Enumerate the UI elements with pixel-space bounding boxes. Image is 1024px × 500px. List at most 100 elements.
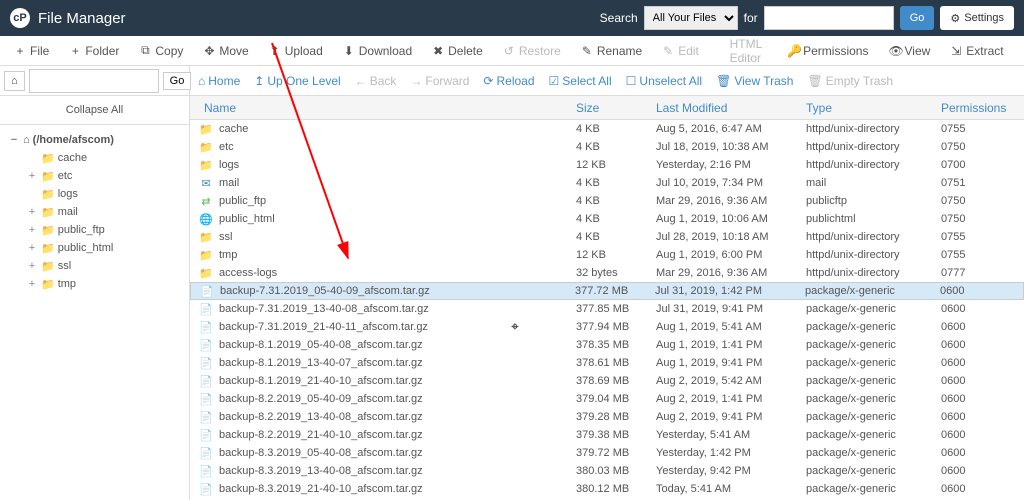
- tree-item-ssl[interactable]: +📁ssl: [8, 257, 189, 275]
- file-size: 377.94 MB: [576, 321, 656, 333]
- expand-icon[interactable]: −: [8, 134, 20, 146]
- file-row[interactable]: ✉mail4 KBJul 10, 2019, 7:34 PMmail0751: [190, 174, 1024, 192]
- path-go-button[interactable]: Go: [163, 72, 192, 90]
- toolbar-move-button[interactable]: ✥Move: [193, 36, 258, 66]
- file-row[interactable]: 📄backup-8.3.2019_21-40-10_afscom.tar.gz3…: [190, 480, 1024, 498]
- col-name[interactable]: Name: [198, 101, 576, 115]
- col-modified[interactable]: Last Modified: [656, 101, 806, 115]
- search-input[interactable]: [764, 6, 894, 30]
- file-icon: 📄: [198, 357, 214, 370]
- toolbar-copy-button[interactable]: ⧉Copy: [129, 36, 193, 66]
- col-size[interactable]: Size: [576, 101, 656, 115]
- file-row[interactable]: 📁access-logs32 bytesMar 29, 2016, 9:36 A…: [190, 264, 1024, 282]
- toolbar-permissions-button[interactable]: 🔑Permissions: [777, 36, 878, 66]
- file-icon: 📄: [198, 483, 214, 496]
- file-row[interactable]: 📁logs12 KBYesterday, 2:16 PMhttpd/unix-d…: [190, 156, 1024, 174]
- toolbar-view-button[interactable]: 👁View: [878, 36, 940, 66]
- file-modified: Jul 18, 2019, 10:38 AM: [656, 141, 806, 153]
- file-modified: Aug 2, 2019, 5:42 AM: [656, 375, 806, 387]
- file-row[interactable]: 📁ssl4 KBJul 28, 2019, 10:18 AMhttpd/unix…: [190, 228, 1024, 246]
- nav-home-button[interactable]: ⌂Home: [198, 74, 240, 88]
- file-name: backup-8.2.2019_21-40-10_afscom.tar.gz: [219, 429, 576, 441]
- search-label: Search: [600, 11, 638, 25]
- file-row[interactable]: 📁tmp12 KBAug 1, 2019, 6:00 PMhttpd/unix-…: [190, 246, 1024, 264]
- tree-item-tmp[interactable]: +📁tmp: [8, 275, 189, 293]
- file-row[interactable]: 📄backup-8.2.2019_05-40-09_afscom.tar.gz3…: [190, 390, 1024, 408]
- nav-view-trash-button[interactable]: 🗑View Trash: [716, 74, 793, 88]
- expand-icon[interactable]: +: [26, 224, 38, 236]
- file-modified: Yesterday, 2:16 PM: [656, 159, 806, 171]
- file-row[interactable]: 🌐public_html4 KBAug 1, 2019, 10:06 AMpub…: [190, 210, 1024, 228]
- file-row[interactable]: 📄backup-7.31.2019_05-40-09_afscom.tar.gz…: [190, 282, 1024, 300]
- tree-item-mail[interactable]: +📁mail: [8, 203, 189, 221]
- expand-icon[interactable]: +: [26, 260, 38, 272]
- tree-root[interactable]: −⌂(/home/afscom): [8, 131, 189, 149]
- file-icon: 📄: [198, 465, 214, 478]
- file-name: backup-8.3.2019_21-40-10_afscom.tar.gz: [219, 483, 576, 495]
- file-modified: Aug 2, 2019, 1:41 PM: [656, 393, 806, 405]
- file-permissions: 0755: [941, 231, 1016, 243]
- permissions-icon: 🔑: [787, 44, 799, 58]
- file-row[interactable]: 📄backup-7.31.2019_21-40-11_afscom.tar.gz…: [190, 318, 1024, 336]
- file-type: publichtml: [806, 213, 941, 225]
- toolbar-compress-button[interactable]: ⇲Compress: [1014, 36, 1024, 66]
- tree-item-etc[interactable]: +📁etc: [8, 167, 189, 185]
- toolbar-upload-button[interactable]: ⬆Upload: [259, 36, 333, 66]
- file-size: 32 bytes: [576, 267, 656, 279]
- file-row[interactable]: 📄backup-8.2.2019_13-40-08_afscom.tar.gz3…: [190, 408, 1024, 426]
- home-icon[interactable]: ⌂: [4, 71, 25, 91]
- tree-item-public_ftp[interactable]: +📁public_ftp: [8, 221, 189, 239]
- nav-up-one-level-button[interactable]: ↥Up One Level: [254, 74, 340, 88]
- file-row[interactable]: 📄backup-8.1.2019_21-40-10_afscom.tar.gz3…: [190, 372, 1024, 390]
- file-row[interactable]: 📄backup-8.2.2019_21-40-10_afscom.tar.gz3…: [190, 426, 1024, 444]
- nav-unselect-all-button[interactable]: ☐Unselect All: [626, 74, 702, 88]
- file-row[interactable]: 📄backup-7.31.2019_13-40-08_afscom.tar.gz…: [190, 300, 1024, 318]
- folder-icon: 📁: [198, 231, 214, 244]
- file-row[interactable]: 📄backup-8.1.2019_13-40-07_afscom.tar.gz3…: [190, 354, 1024, 372]
- nav-select-all-button[interactable]: ☑Select All: [549, 74, 612, 88]
- search-go-button[interactable]: Go: [900, 6, 935, 30]
- folder-icon: 📁: [198, 159, 214, 172]
- gear-icon: ⚙: [950, 12, 960, 25]
- toolbar-folder-button[interactable]: +Folder: [59, 36, 129, 66]
- tree-item-public_html[interactable]: +📁public_html: [8, 239, 189, 257]
- file-row[interactable]: 📄backup-8.1.2019_05-40-08_afscom.tar.gz3…: [190, 336, 1024, 354]
- toolbar-file-button[interactable]: +File: [4, 36, 59, 66]
- download-icon: ⬇: [343, 44, 355, 58]
- main-toolbar: +File+Folder⧉Copy✥Move⬆Upload⬇Download✖D…: [0, 36, 1024, 66]
- expand-icon[interactable]: +: [26, 242, 38, 254]
- back-icon: ←: [355, 74, 367, 88]
- collapse-all-button[interactable]: Collapse All: [0, 96, 189, 125]
- tree-item-logs[interactable]: 📁logs: [8, 185, 189, 203]
- nav-back-button: ←Back: [355, 74, 397, 88]
- search-scope-select[interactable]: All Your Files: [644, 6, 738, 30]
- settings-button[interactable]: ⚙Settings: [940, 6, 1014, 30]
- expand-icon[interactable]: +: [26, 170, 38, 182]
- file-row[interactable]: ⇄public_ftp4 KBMar 29, 2016, 9:36 AMpubl…: [190, 192, 1024, 210]
- file-name: backup-7.31.2019_21-40-11_afscom.tar.gz: [219, 321, 576, 333]
- file-modified: Jul 10, 2019, 7:34 PM: [656, 177, 806, 189]
- tree-item-cache[interactable]: 📁cache: [8, 149, 189, 167]
- nav-reload-button[interactable]: ⟳Reload: [483, 74, 534, 88]
- toolbar-delete-button[interactable]: ✖Delete: [422, 36, 493, 66]
- toolbar-rename-button[interactable]: ✎Rename: [571, 36, 652, 66]
- file-row[interactable]: 📄backup-8.3.2019_13-40-08_afscom.tar.gz3…: [190, 462, 1024, 480]
- toolbar-download-button[interactable]: ⬇Download: [333, 36, 422, 66]
- col-permissions[interactable]: Permissions: [941, 101, 1016, 115]
- folder-icon: 📁: [198, 267, 214, 280]
- expand-icon[interactable]: +: [26, 278, 38, 290]
- file-icon: 📄: [198, 375, 214, 388]
- col-type[interactable]: Type: [806, 101, 941, 115]
- file-modified: Aug 1, 2019, 6:00 PM: [656, 249, 806, 261]
- file-size: 379.72 MB: [576, 447, 656, 459]
- select-all-icon: ☑: [549, 74, 560, 88]
- extract-icon: ⇲: [950, 44, 962, 58]
- expand-icon[interactable]: +: [26, 206, 38, 218]
- toolbar-extract-button[interactable]: ⇲Extract: [940, 36, 1013, 66]
- file-row[interactable]: 📄backup-8.3.2019_05-40-08_afscom.tar.gz3…: [190, 444, 1024, 462]
- file-name: tmp: [219, 249, 576, 261]
- file-row[interactable]: 📁etc4 KBJul 18, 2019, 10:38 AMhttpd/unix…: [190, 138, 1024, 156]
- file-name: ssl: [219, 231, 576, 243]
- path-input[interactable]: [29, 69, 159, 93]
- file-row[interactable]: 📁cache4 KBAug 5, 2016, 6:47 AMhttpd/unix…: [190, 120, 1024, 138]
